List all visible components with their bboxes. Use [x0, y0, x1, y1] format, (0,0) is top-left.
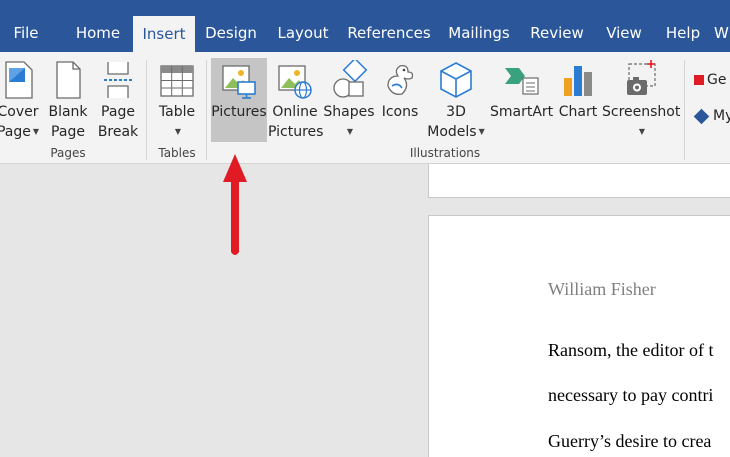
- cube-icon: [440, 62, 472, 98]
- group-label-tables: Tables: [158, 146, 196, 160]
- get-addins-button[interactable]: Ge: [694, 72, 726, 88]
- smartart-icon: [505, 68, 539, 95]
- chevron-down-icon: ▼: [638, 127, 646, 136]
- cover-page-icon: [5, 61, 33, 99]
- 3d-models-line1: 3D: [446, 104, 466, 120]
- tab-references[interactable]: References: [344, 14, 434, 52]
- page-break-line2: Break: [97, 124, 139, 140]
- tab-file[interactable]: File: [0, 14, 52, 52]
- pictures-label: Pictures: [211, 104, 267, 120]
- document-page[interactable]: William Fisher Ransom, the editor of t n…: [428, 215, 730, 457]
- table-icon: [160, 65, 194, 97]
- document-page-previous: [428, 164, 730, 198]
- store-icon: [694, 75, 704, 85]
- chart-button[interactable]: Chart: [556, 58, 600, 142]
- tab-design[interactable]: Design: [198, 14, 264, 52]
- group-label-illustrations: Illustrations: [409, 146, 481, 160]
- smartart-label: SmartArt: [490, 104, 554, 120]
- tab-overflow[interactable]: W: [714, 14, 730, 52]
- screenshot-button[interactable]: Screenshot ▼: [602, 58, 680, 142]
- tab-home[interactable]: Home: [66, 14, 130, 52]
- bar-chart-icon: [564, 66, 592, 96]
- group-label-pages: Pages: [50, 146, 86, 160]
- chevron-down-icon: ▼: [174, 127, 182, 136]
- shapes-button[interactable]: Shapes ▼: [322, 58, 376, 142]
- ribbon-divider: [146, 60, 147, 160]
- blank-page-icon: [56, 61, 81, 99]
- shapes-label: Shapes: [323, 104, 375, 120]
- blank-page-button[interactable]: Blank Page: [46, 58, 90, 142]
- icons-label: Icons: [381, 104, 419, 120]
- online-pictures-button[interactable]: Online Pictures: [268, 58, 324, 142]
- page-break-icon: [104, 62, 132, 98]
- online-pictures-line2: Pictures: [268, 124, 324, 140]
- 3d-models-line2: Models: [427, 124, 477, 140]
- table-button[interactable]: Table ▼: [152, 58, 202, 142]
- ribbon-divider: [684, 60, 685, 160]
- get-addins-label: Ge: [707, 72, 727, 88]
- icons-button[interactable]: Icons: [378, 58, 422, 142]
- menu-bar: File Home Insert Design Layout Reference…: [0, 0, 730, 52]
- pictures-button[interactable]: Pictures: [211, 58, 267, 142]
- tab-insert[interactable]: Insert: [133, 16, 195, 52]
- tab-review[interactable]: Review: [525, 14, 589, 52]
- pictures-icon: [222, 65, 256, 99]
- table-label: Table: [158, 104, 196, 120]
- tab-mailings[interactable]: Mailings: [442, 14, 516, 52]
- 3d-models-button[interactable]: 3D Models ▼: [424, 58, 488, 142]
- body-text-line: necessary to pay contri: [548, 385, 714, 405]
- smartart-button[interactable]: SmartArt: [490, 58, 554, 142]
- chevron-down-icon: ▼: [32, 127, 40, 136]
- tab-view[interactable]: View: [598, 14, 650, 52]
- my-addins-label: My: [713, 108, 730, 124]
- my-addins-button[interactable]: My: [693, 108, 730, 124]
- chart-label: Chart: [558, 104, 598, 120]
- online-pictures-icon: [278, 65, 312, 99]
- body-text-line: Guerry’s desire to crea: [548, 431, 712, 451]
- page-break-button[interactable]: Page Break: [94, 58, 142, 142]
- author-name: William Fisher: [548, 279, 656, 299]
- chevron-down-icon: ▼: [478, 127, 485, 136]
- tab-help[interactable]: Help: [658, 14, 708, 52]
- screenshot-label: Screenshot: [602, 104, 681, 120]
- blank-page-line1: Blank: [48, 104, 88, 120]
- body-text-line: Ransom, the editor of t: [548, 340, 714, 360]
- shapes-icon: [333, 60, 367, 98]
- cover-page-button[interactable]: Cover Page ▼: [0, 58, 44, 142]
- tab-layout[interactable]: Layout: [272, 14, 334, 52]
- page-break-line1: Page: [101, 104, 135, 120]
- ribbon: Cover Page ▼ Blank Page Page Break Pages Tab…: [0, 52, 730, 164]
- icons-icon: [387, 64, 414, 95]
- online-pictures-line1: Online: [272, 104, 318, 120]
- chevron-down-icon: ▼: [346, 127, 354, 136]
- blank-page-line2: Page: [51, 124, 85, 140]
- ribbon-divider: [206, 60, 207, 160]
- cube-icon: [693, 108, 710, 124]
- annotation-arrow-icon: [223, 154, 247, 255]
- cover-page-line1: Cover: [0, 104, 39, 120]
- cover-page-line2: Page: [0, 124, 31, 140]
- screenshot-icon: [627, 60, 656, 95]
